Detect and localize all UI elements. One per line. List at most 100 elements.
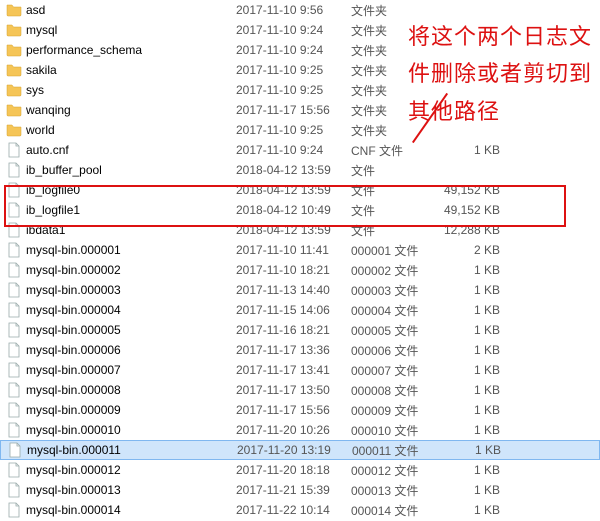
date-cell: 2018-04-12 13:59 — [236, 163, 351, 177]
file-row[interactable]: mysql-bin.0000132017-11-21 15:39000013 文… — [0, 480, 600, 500]
file-name: mysql-bin.000001 — [26, 243, 121, 257]
file-icon — [6, 182, 22, 198]
type-cell: 000004 文件 — [351, 302, 436, 319]
folder-icon — [6, 102, 22, 118]
size-cell: 1 KB — [436, 383, 506, 397]
file-row[interactable]: sys2017-11-10 9:25文件夹 — [0, 80, 600, 100]
type-cell: 000002 文件 — [351, 262, 436, 279]
file-icon — [6, 362, 22, 378]
name-cell[interactable]: mysql-bin.000006 — [6, 342, 236, 358]
folder-icon — [6, 2, 22, 18]
name-cell[interactable]: ib_logfile0 — [6, 182, 236, 198]
file-row[interactable]: ib_buffer_pool2018-04-12 13:59文件 — [0, 160, 600, 180]
name-cell[interactable]: ib_logfile1 — [6, 202, 236, 218]
name-cell[interactable]: performance_schema — [6, 42, 236, 58]
type-cell: 000007 文件 — [351, 362, 436, 379]
name-cell[interactable]: mysql-bin.000014 — [6, 502, 236, 518]
name-cell[interactable]: wanqing — [6, 102, 236, 118]
name-cell[interactable]: mysql-bin.000001 — [6, 242, 236, 258]
file-row[interactable]: performance_schema 2017-11-10 9:24文件夹 — [0, 40, 600, 60]
name-cell[interactable]: mysql-bin.000012 — [6, 462, 236, 478]
file-name: mysql-bin.000004 — [26, 303, 121, 317]
file-icon — [6, 162, 22, 178]
file-row[interactable]: ibdata12018-04-12 13:59文件12,288 KB — [0, 220, 600, 240]
type-cell: 000003 文件 — [351, 282, 436, 299]
name-cell[interactable]: mysql-bin.000011 — [7, 442, 237, 458]
date-cell: 2017-11-13 14:40 — [236, 283, 351, 297]
date-cell: 2017-11-10 9:24 — [236, 43, 351, 57]
file-row[interactable]: mysql-bin.0000052017-11-16 18:21000005 文… — [0, 320, 600, 340]
type-cell: 文件夹 — [351, 42, 436, 59]
file-row[interactable]: mysql-bin.0000032017-11-13 14:40000003 文… — [0, 280, 600, 300]
name-cell[interactable]: ib_buffer_pool — [6, 162, 236, 178]
file-row[interactable]: ib_logfile12018-04-12 10:49文件49,152 KB — [0, 200, 600, 220]
file-row[interactable]: mysql-bin.0000092017-11-17 15:56000009 文… — [0, 400, 600, 420]
size-cell: 1 KB — [436, 143, 506, 157]
size-cell: 1 KB — [436, 463, 506, 477]
size-cell: 1 KB — [436, 343, 506, 357]
file-row[interactable]: mysql-bin.0000122017-11-20 18:18000012 文… — [0, 460, 600, 480]
type-cell: 000011 文件 — [352, 442, 437, 459]
name-cell[interactable]: asd — [6, 2, 236, 18]
name-cell[interactable]: mysql-bin.000002 — [6, 262, 236, 278]
name-cell[interactable]: mysql-bin.000007 — [6, 362, 236, 378]
file-row[interactable]: mysql-bin.0000142017-11-22 10:14000014 文… — [0, 500, 600, 520]
name-cell[interactable]: mysql-bin.000004 — [6, 302, 236, 318]
folder-icon — [6, 62, 22, 78]
name-cell[interactable]: mysql-bin.000010 — [6, 422, 236, 438]
file-row[interactable]: world2017-11-10 9:25文件夹 — [0, 120, 600, 140]
file-name: mysql-bin.000012 — [26, 463, 121, 477]
name-cell[interactable]: mysql-bin.000009 — [6, 402, 236, 418]
type-cell: 000005 文件 — [351, 322, 436, 339]
file-name: performance_schema — [26, 43, 142, 57]
file-name: mysql-bin.000009 — [26, 403, 121, 417]
file-row[interactable]: mysql-bin.0000022017-11-10 18:21000002 文… — [0, 260, 600, 280]
file-name: mysql-bin.000007 — [26, 363, 121, 377]
size-cell: 1 KB — [436, 303, 506, 317]
file-row[interactable]: auto.cnf2017-11-10 9:24CNF 文件1 KB — [0, 140, 600, 160]
name-cell[interactable]: sakila — [6, 62, 236, 78]
file-list[interactable]: asd2017-11-10 9:56文件夹mysql2017-11-10 9:2… — [0, 0, 600, 520]
file-row[interactable]: mysql-bin.0000112017-11-20 13:19000011 文… — [0, 440, 600, 460]
date-cell: 2018-04-12 13:59 — [236, 183, 351, 197]
name-cell[interactable]: mysql-bin.000008 — [6, 382, 236, 398]
name-cell[interactable]: mysql-bin.000013 — [6, 482, 236, 498]
name-cell[interactable]: mysql — [6, 22, 236, 38]
file-row[interactable]: mysql-bin.000007 2017-11-17 13:41000007 文… — [0, 360, 600, 380]
file-row[interactable]: sakila2017-11-10 9:25文件夹 — [0, 60, 600, 80]
file-name: mysql-bin.000013 — [26, 483, 121, 497]
name-cell[interactable]: ibdata1 — [6, 222, 236, 238]
date-cell: 2017-11-20 10:26 — [236, 423, 351, 437]
name-cell[interactable]: world — [6, 122, 236, 138]
size-cell: 1 KB — [436, 363, 506, 377]
date-cell: 2017-11-17 13:41 — [236, 363, 351, 377]
name-cell[interactable]: mysql-bin.000003 — [6, 282, 236, 298]
file-icon — [6, 482, 22, 498]
file-row[interactable]: wanqing2017-11-17 15:56文件夹 — [0, 100, 600, 120]
file-row[interactable]: mysql-bin.0000082017-11-17 13:50000008 文… — [0, 380, 600, 400]
file-icon — [6, 282, 22, 298]
name-cell[interactable]: sys — [6, 82, 236, 98]
file-row[interactable]: mysql-bin.0000012017-11-10 11:41000001 文… — [0, 240, 600, 260]
file-row[interactable]: ib_logfile02018-04-12 13:59文件49,152 KB — [0, 180, 600, 200]
file-name: mysql-bin.000008 — [26, 383, 121, 397]
name-cell[interactable]: mysql-bin.000005 — [6, 322, 236, 338]
type-cell: 文件夹 — [351, 82, 436, 99]
file-row[interactable]: mysql-bin.0000042017-11-15 14:06000004 文… — [0, 300, 600, 320]
file-name: ibdata1 — [26, 223, 65, 237]
date-cell: 2017-11-10 9:25 — [236, 83, 351, 97]
date-cell: 2017-11-10 9:25 — [236, 123, 351, 137]
file-row[interactable]: mysql-bin.0000102017-11-20 10:26000010 文… — [0, 420, 600, 440]
file-row[interactable]: asd2017-11-10 9:56文件夹 — [0, 0, 600, 20]
type-cell: 文件 — [351, 182, 436, 199]
date-cell: 2017-11-10 9:25 — [236, 63, 351, 77]
date-cell: 2017-11-10 9:56 — [236, 3, 351, 17]
type-cell: 000009 文件 — [351, 402, 436, 419]
file-row[interactable]: mysql2017-11-10 9:24文件夹 — [0, 20, 600, 40]
name-cell[interactable]: auto.cnf — [6, 142, 236, 158]
file-name: ib_logfile1 — [26, 203, 80, 217]
file-name: auto.cnf — [26, 143, 69, 157]
file-icon — [6, 242, 22, 258]
date-cell: 2017-11-10 11:41 — [236, 243, 351, 257]
file-row[interactable]: mysql-bin.0000062017-11-17 13:36000006 文… — [0, 340, 600, 360]
